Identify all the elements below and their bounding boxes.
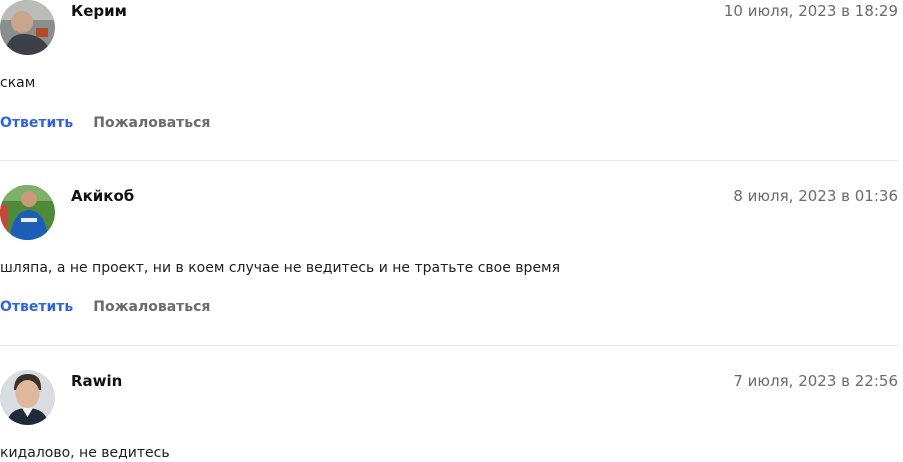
- avatar[interactable]: [0, 0, 55, 55]
- comment-actions: Ответить Пожаловаться: [0, 298, 210, 316]
- comment-author[interactable]: Rawin: [71, 372, 122, 390]
- reply-button[interactable]: Ответить: [0, 299, 73, 315]
- comment-date: 7 июля, 2023 в 22:56: [733, 372, 898, 390]
- user-photo-icon: [0, 185, 55, 240]
- comment-author[interactable]: Керим: [71, 2, 127, 20]
- comment-text: скам: [0, 75, 36, 91]
- avatar[interactable]: [0, 370, 55, 425]
- comment-text: шляпа, а не проект, ни в коем случае не …: [0, 260, 561, 276]
- comment-actions: Ответить Пожаловаться: [0, 114, 210, 132]
- report-button[interactable]: Пожаловаться: [93, 299, 210, 315]
- comment-date: 8 июля, 2023 в 01:36: [733, 187, 898, 205]
- comment-divider: [0, 160, 898, 161]
- comment-author[interactable]: Акйкоб: [71, 187, 134, 205]
- comment-text: кидалово, не ведитесь: [0, 445, 170, 461]
- avatar[interactable]: [0, 185, 55, 240]
- user-photo-icon: [0, 370, 55, 425]
- report-button[interactable]: Пожаловаться: [93, 115, 210, 131]
- comment-date: 10 июля, 2023 в 18:29: [723, 2, 898, 20]
- user-photo-icon: [0, 0, 55, 55]
- reply-button[interactable]: Ответить: [0, 115, 73, 131]
- comment-divider: [0, 345, 898, 346]
